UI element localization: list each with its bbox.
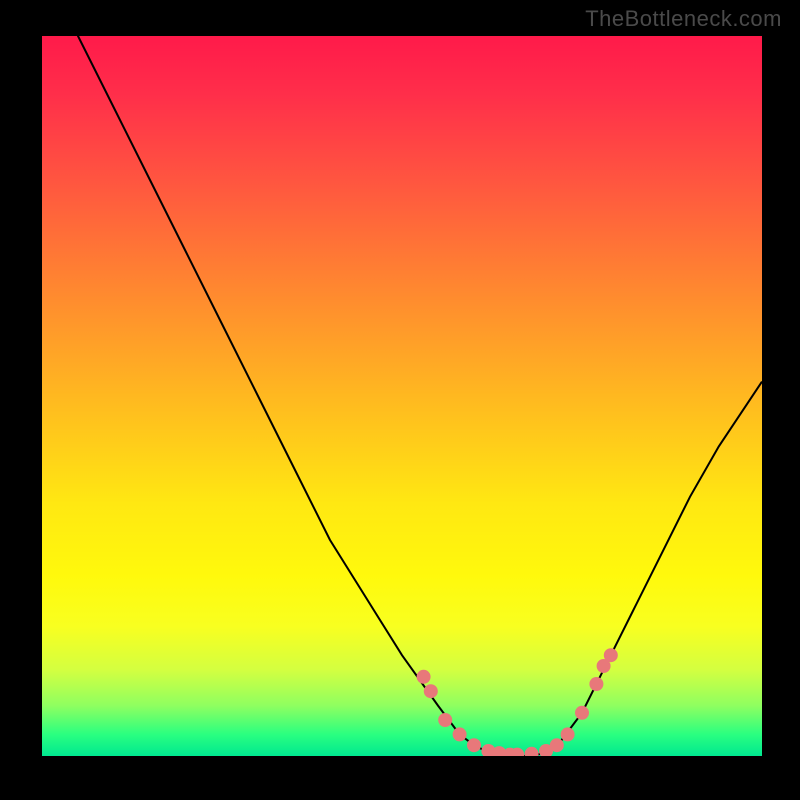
highlight-dot [525,747,539,756]
highlight-dot [561,727,575,741]
highlight-dot [481,744,495,756]
highlight-dot [550,738,564,752]
watermark-text: TheBottleneck.com [585,6,782,32]
highlight-dot [539,744,553,756]
highlight-dot [589,677,603,691]
highlight-dot [424,684,438,698]
highlight-dot [417,670,431,684]
highlight-dot [575,706,589,720]
highlight-dot [438,713,452,727]
highlight-dot [510,748,524,756]
chart-plot-area [42,36,762,756]
highlight-dot [467,738,481,752]
highlight-dot [453,727,467,741]
highlight-dot [503,748,517,756]
highlight-dot [597,659,611,673]
highlight-dot [492,746,506,756]
highlight-dot [604,648,618,662]
highlight-dots-group [417,648,618,756]
chart-svg [42,36,762,756]
bottleneck-curve [42,36,762,756]
